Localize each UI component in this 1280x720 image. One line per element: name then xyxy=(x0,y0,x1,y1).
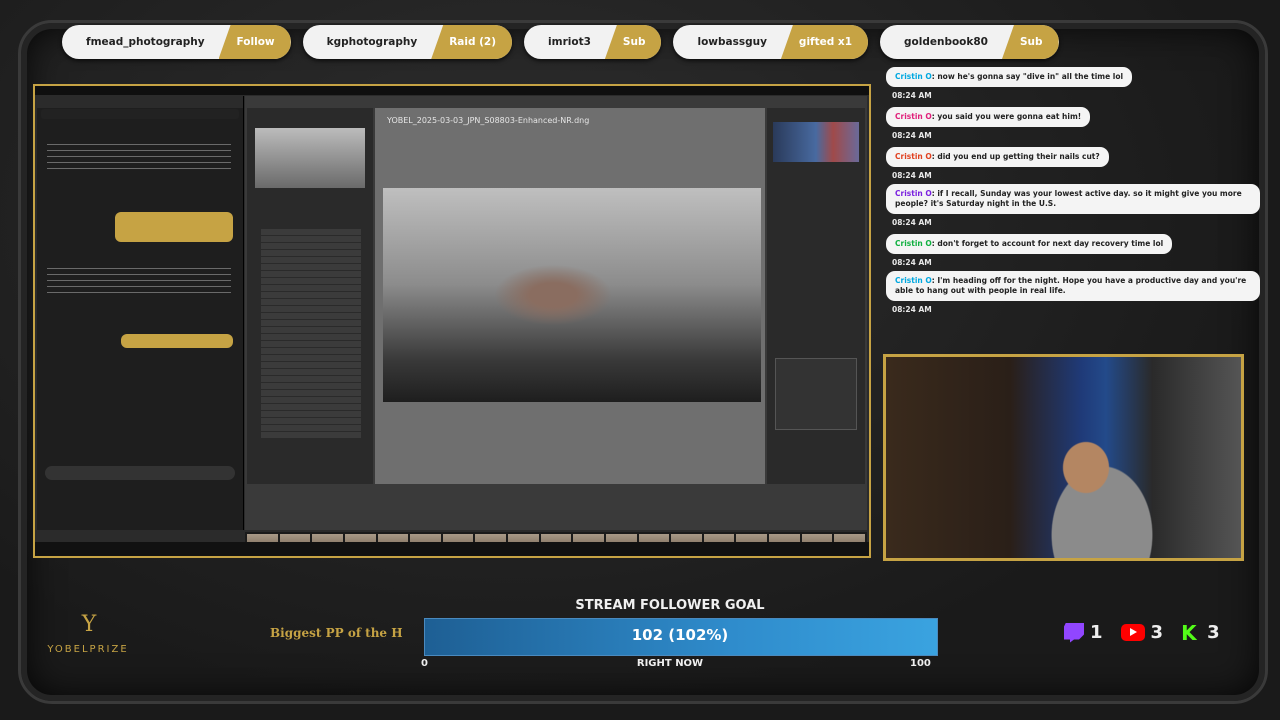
chat-message: Cristin O: now he's gonna say "dive in" … xyxy=(886,64,1260,100)
chat-user: Cristin O xyxy=(895,189,932,198)
histogram xyxy=(773,122,859,162)
mac-menubar xyxy=(35,86,869,95)
develop-panel xyxy=(767,108,865,484)
youtube-count-value: 3 xyxy=(1150,622,1164,643)
assistant-message xyxy=(47,268,231,298)
chat-text: : now he's gonna say "dive in" all the t… xyxy=(931,72,1124,81)
tone-curve[interactable] xyxy=(775,358,857,430)
channel-logo: Y YOBELPRIZE xyxy=(46,612,130,658)
chat-text: : you said you were gonna eat him! xyxy=(931,112,1082,121)
chat-user: Cristin O xyxy=(895,152,932,161)
chat-time: 08:24 AM xyxy=(892,258,932,267)
twitch-icon xyxy=(1064,622,1084,643)
alert-name: imriot3 xyxy=(548,36,591,48)
chat-message: Cristin O: you said you were gonna eat h… xyxy=(886,104,1260,140)
chat-time: 08:24 AM xyxy=(892,305,932,314)
chat-message: Cristin O: if I recall, Sunday was your … xyxy=(886,184,1260,227)
alert-item: imriot3 Sub xyxy=(524,25,662,59)
alert-item: kgphotography Raid (2) xyxy=(302,25,513,59)
photo-view: YOBEL_2025-03-03_JPN_S08803-Enhanced-NR.… xyxy=(375,108,765,484)
browser-tabs xyxy=(37,96,243,108)
platform-counts: 1 3 K3 xyxy=(1064,622,1220,643)
fox-photo[interactable] xyxy=(383,188,761,402)
goal-value: 102 (102%) xyxy=(631,626,729,644)
browser-url-bar xyxy=(41,109,239,119)
chat-user: Cristin O xyxy=(895,72,932,81)
chat-text: : I'm heading off for the night. Hope yo… xyxy=(895,276,1247,295)
chat-text: : if I recall, Sunday was your lowest ac… xyxy=(895,189,1242,208)
alert-bar: fmead_photography Follow kgphotography Rai… xyxy=(62,25,1059,59)
mac-dock xyxy=(35,542,869,556)
navigator-panel xyxy=(247,108,373,484)
user-message xyxy=(115,212,233,242)
folder-list xyxy=(261,228,361,439)
chat-user: Cristin O xyxy=(895,276,932,285)
chat-user: Cristin O xyxy=(895,239,932,248)
ticker-text: Biggest PP of the H xyxy=(270,626,403,640)
youtube-count: 3 xyxy=(1120,622,1164,643)
twitch-count-value: 1 xyxy=(1090,622,1103,643)
twitch-count: 1 xyxy=(1064,622,1103,643)
kick-count: K3 xyxy=(1181,622,1220,643)
logo-icon: Y xyxy=(81,612,97,637)
chat-message: Cristin O: I'm heading off for the night… xyxy=(886,271,1260,314)
alert-item: goldenbook80 Sub xyxy=(880,25,1059,59)
goal-min: 0 xyxy=(421,658,428,669)
webcam-feed xyxy=(883,354,1244,561)
chat-time: 08:24 AM xyxy=(892,171,932,180)
chat-time: 08:24 AM xyxy=(892,91,932,100)
alert-name: kgphotography xyxy=(326,36,418,48)
alert-type: Raid (2) xyxy=(431,25,513,59)
chat-text: : don't forget to account for next day r… xyxy=(931,239,1164,248)
alert-name: goldenbook80 xyxy=(904,36,988,48)
alert-item: lowbassguy gifted x1 xyxy=(673,25,868,59)
kick-count-value: 3 xyxy=(1207,622,1220,643)
photo-filename: YOBEL_2025-03-03_JPN_S08803-Enhanced-NR.… xyxy=(387,116,590,125)
alert-type: Sub xyxy=(604,25,662,59)
chat-input[interactable] xyxy=(45,466,235,480)
alert-name: fmead_photography xyxy=(86,36,205,48)
navigator-thumbnail[interactable] xyxy=(255,128,365,188)
goal-max: 100 xyxy=(910,658,931,669)
chat-time: 08:24 AM xyxy=(892,131,932,140)
assistant-message xyxy=(47,144,231,174)
goal-title: STREAM FOLLOWER GOAL xyxy=(575,598,765,613)
alert-type: Sub xyxy=(1001,25,1059,59)
goal-current-label: RIGHT NOW xyxy=(636,658,704,669)
browser-window xyxy=(37,96,244,530)
user-message xyxy=(121,334,233,348)
chat-time: 08:24 AM xyxy=(892,218,932,227)
chat-text: : did you end up getting their nails cut… xyxy=(931,152,1100,161)
logo-text: YOBELPRIZE xyxy=(47,644,129,655)
alert-type: gifted x1 xyxy=(780,25,868,59)
lightroom-window: YOBEL_2025-03-03_JPN_S08803-Enhanced-NR.… xyxy=(245,96,867,530)
alert-item: fmead_photography Follow xyxy=(62,25,291,59)
alert-name: lowbassguy xyxy=(697,36,767,48)
youtube-icon xyxy=(1120,624,1145,641)
chat-message: Cristin O: don't forget to account for n… xyxy=(886,231,1260,267)
streamer xyxy=(1014,415,1174,558)
alert-type: Follow xyxy=(218,25,291,59)
chat-overlay: Cristin O: now he's gonna say "dive in" … xyxy=(886,64,1260,318)
kick-icon: K xyxy=(1181,620,1197,645)
chat-user: Cristin O xyxy=(895,112,932,121)
chat-message: Cristin O: did you end up getting their … xyxy=(886,144,1260,180)
screen-capture: YOBEL_2025-03-03_JPN_S08803-Enhanced-NR.… xyxy=(33,84,871,558)
